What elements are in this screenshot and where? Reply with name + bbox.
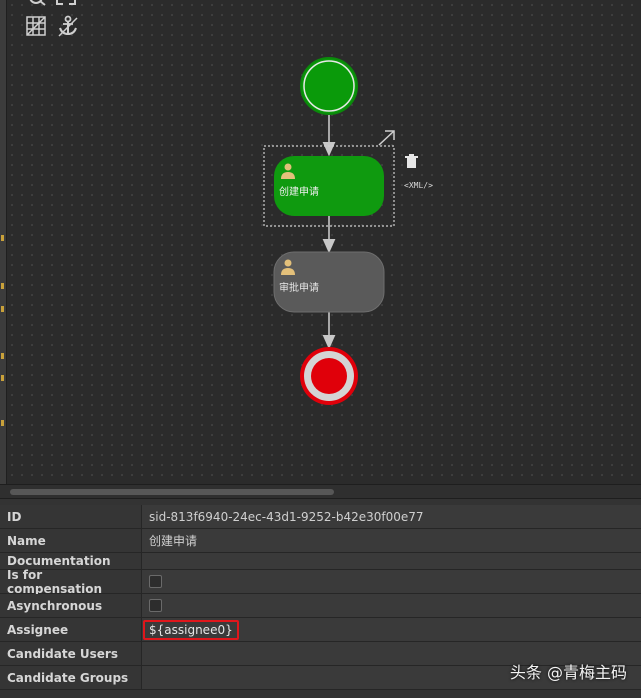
assignee-value[interactable]: ${assignee0} xyxy=(143,619,239,640)
compensation-checkbox[interactable] xyxy=(149,575,162,588)
xml-link[interactable]: <XML/> xyxy=(404,181,433,190)
property-row-id[interactable]: ID sid-813f6940-24ec-43d1-9252-b42e30f00… xyxy=(0,505,641,529)
process-diagram xyxy=(263,57,418,405)
property-value[interactable]: sid-813f6940-24ec-43d1-9252-b42e30f00e77 xyxy=(142,505,641,528)
property-row-assignee[interactable]: Assignee ${assignee0} xyxy=(0,618,641,642)
property-value[interactable] xyxy=(142,594,641,617)
left-panel-edge xyxy=(0,0,7,484)
property-key: Asynchronous xyxy=(0,594,142,617)
task-label-create: 创建申请 xyxy=(279,187,319,198)
property-key: Is for compensation xyxy=(0,568,142,596)
horizontal-scrollbar[interactable] xyxy=(0,484,641,499)
property-row-name[interactable]: Name 创建申请 xyxy=(0,529,641,553)
property-value[interactable]: ${assignee0} xyxy=(142,618,641,641)
task-label-approve: 审批申请 xyxy=(279,283,319,294)
scrollbar-thumb[interactable] xyxy=(10,489,334,495)
property-value[interactable] xyxy=(142,570,641,593)
property-row-compensation[interactable]: Is for compensation xyxy=(0,568,641,596)
property-key: Assignee xyxy=(0,618,142,641)
asynchronous-checkbox[interactable] xyxy=(149,599,162,612)
resize-icon[interactable] xyxy=(378,130,395,146)
watermark-text: 头条 @青梅主码 xyxy=(509,663,627,682)
property-key: ID xyxy=(0,505,142,528)
end-event[interactable] xyxy=(300,347,358,405)
property-key: Candidate Users xyxy=(0,642,142,665)
diagram-canvas[interactable]: 创建申请 审批申请 <XML/> xyxy=(7,0,641,484)
start-event[interactable] xyxy=(300,57,358,115)
property-value[interactable] xyxy=(142,553,641,569)
watermark: 头条 @青梅主码 xyxy=(510,659,627,683)
property-row-asynchronous[interactable]: Asynchronous xyxy=(0,594,641,618)
property-value[interactable]: 创建申请 xyxy=(142,529,641,552)
property-key: Candidate Groups xyxy=(0,666,142,689)
delete-icon[interactable] xyxy=(405,154,418,168)
property-key: Name xyxy=(0,529,142,552)
